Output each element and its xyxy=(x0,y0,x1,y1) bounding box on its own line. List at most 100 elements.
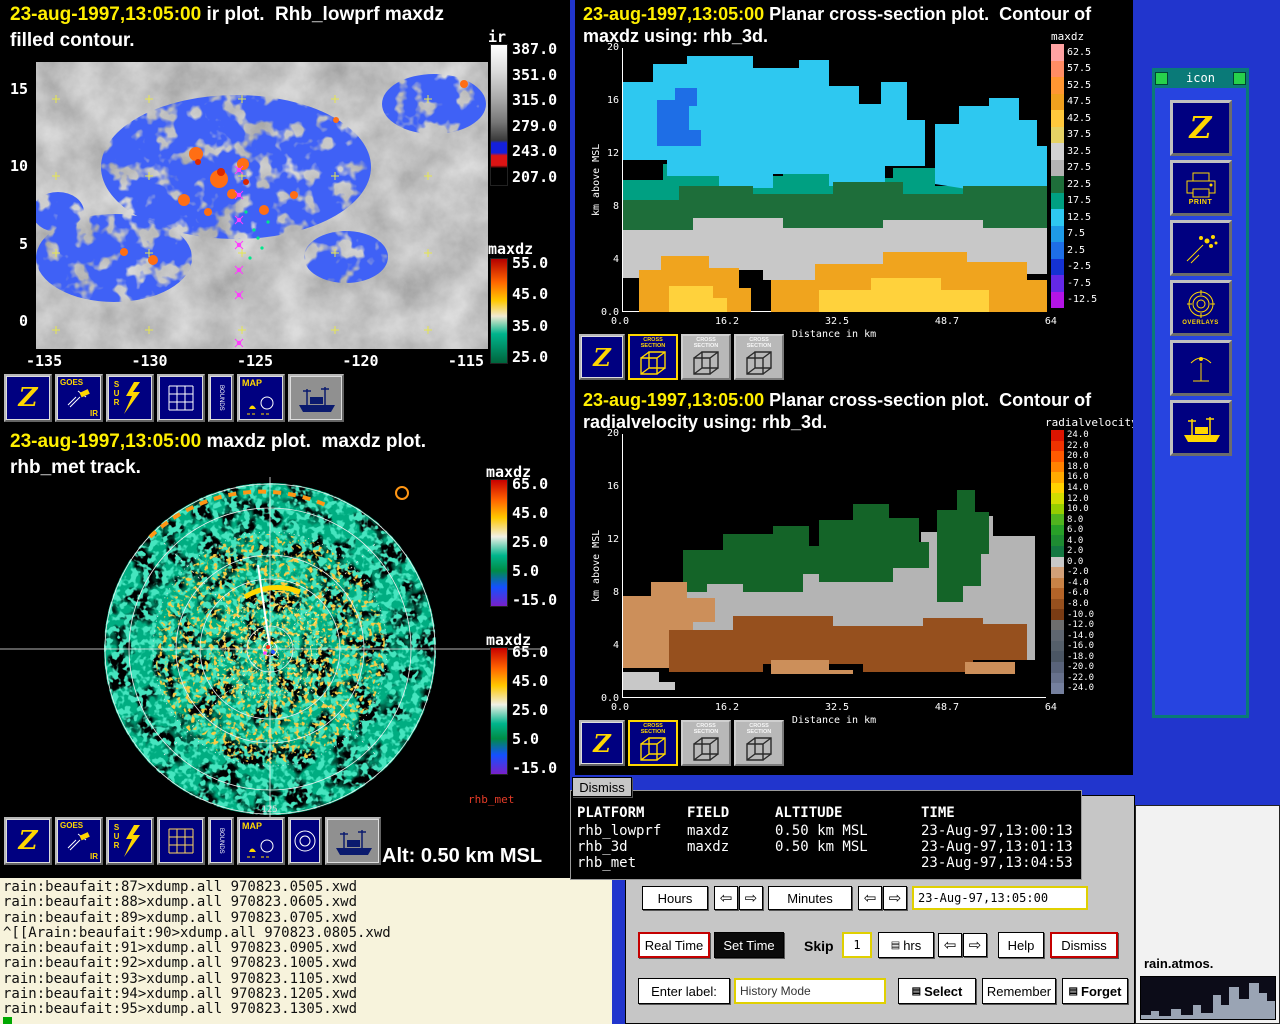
color-swatch xyxy=(1051,578,1064,589)
real-time-button[interactable]: Real Time xyxy=(638,932,710,958)
zebra-menu-button[interactable]: Z xyxy=(579,334,625,380)
remember-button[interactable]: Remember xyxy=(982,978,1056,1004)
field-plot-button[interactable] xyxy=(1170,220,1232,276)
colorbar-label: 22.5 xyxy=(1067,179,1091,190)
goes-label: GOES xyxy=(60,821,83,830)
skip-value-field[interactable]: 1 xyxy=(842,932,872,958)
ship-platform-button[interactable] xyxy=(288,374,344,422)
tick-label: -120 xyxy=(342,352,378,370)
colorbar-cell: -12.5 xyxy=(1051,292,1097,309)
color-swatch xyxy=(1051,94,1064,111)
bounds-overlay-button[interactable]: BOUNDS xyxy=(208,817,234,865)
platform-cell: rhb_3d xyxy=(577,839,687,855)
skip-step-back-button[interactable]: ⇦ xyxy=(938,933,962,957)
cross-section-toolbar: Z CROSS SECTION CROSS SECTION CROSS SECT… xyxy=(579,334,784,380)
label-value-field[interactable]: History Mode xyxy=(734,978,886,1004)
cross-section-button-2[interactable]: CROSS SECTION xyxy=(681,334,731,380)
tick-label: 65.0 xyxy=(512,475,548,493)
ship-platform-button[interactable] xyxy=(325,817,381,865)
overlays-button[interactable]: OVERLAYS xyxy=(1170,280,1232,336)
comet-spray-icon xyxy=(1181,231,1221,265)
grid-overlay-button[interactable] xyxy=(157,817,205,865)
map-overlay-button[interactable]: MAP xyxy=(237,817,285,865)
skip-step-forward-button[interactable]: ⇨ xyxy=(963,933,987,957)
cross-section-button-1[interactable]: CROSS SECTION xyxy=(628,334,678,380)
hours-button[interactable]: Hours xyxy=(642,886,708,910)
help-button[interactable]: Help xyxy=(998,932,1044,958)
hours-step-forward-button[interactable]: ⇨ xyxy=(739,886,763,910)
print-button[interactable]: PRINT xyxy=(1170,160,1232,216)
y-axis-ticks: 201612840.0 xyxy=(601,428,619,704)
radar-ppi-canvas[interactable] xyxy=(0,477,540,823)
dismiss-button[interactable]: Dismiss xyxy=(1050,932,1118,958)
ship-button[interactable] xyxy=(1170,400,1232,456)
ir-satellite-canvas[interactable] xyxy=(36,62,488,349)
minutes-button[interactable]: Minutes xyxy=(768,886,852,910)
time-value-field[interactable]: 23-Aug-97,13:05:00 xyxy=(912,886,1088,910)
surface-data-button[interactable]: SUR xyxy=(106,374,154,422)
zebra-menu-button[interactable]: Z xyxy=(579,720,625,766)
platform-cell: rhb_lowprf xyxy=(577,823,687,839)
status-table-row: rhb_met 23-Aug-97,13:04:53 xyxy=(577,855,1077,871)
tick-label: 5.0 xyxy=(512,730,539,748)
menu-icon: ▤ xyxy=(891,940,900,951)
status-dismiss-button[interactable]: Dismiss xyxy=(572,777,632,797)
bounds-overlay-button[interactable]: BOUNDS xyxy=(208,374,234,422)
goes-ir-overlay-button[interactable]: GOES IR xyxy=(55,817,103,865)
window-iconify-button[interactable] xyxy=(1233,72,1246,85)
cross-section-canvas[interactable] xyxy=(622,434,1046,698)
tick-label: -115 xyxy=(448,352,484,370)
icon-window-titlebar[interactable]: icon xyxy=(1152,68,1249,88)
zebra-menu-button[interactable]: Z xyxy=(4,374,52,422)
cube-icon xyxy=(690,735,722,763)
tick-label: -15.0 xyxy=(512,591,557,609)
cross-section-canvas[interactable] xyxy=(622,48,1046,312)
color-swatch xyxy=(1051,620,1064,631)
colorbar-cell: 10.0 xyxy=(1051,504,1094,515)
window-title: 23-aug-1997,13:05:00 Planar cross-sectio… xyxy=(583,4,1091,25)
time-cell: 23-Aug-97,13:00:13 xyxy=(921,823,1081,839)
set-time-button[interactable]: Set Time xyxy=(714,932,784,958)
map-overlay-button[interactable]: MAP xyxy=(237,374,285,422)
cross-section-button-1[interactable]: CROSS SECTION xyxy=(628,720,678,766)
tick-label: 25.0 xyxy=(512,701,548,719)
surface-data-button[interactable]: SUR xyxy=(106,817,154,865)
cross-section-button-3[interactable]: CROSS SECTION xyxy=(734,720,784,766)
cube-icon xyxy=(690,349,722,377)
antenna-icon xyxy=(1181,351,1221,385)
color-swatch xyxy=(1051,292,1064,309)
colorbar-cell: -24.0 xyxy=(1051,683,1094,694)
zebra-main-button[interactable]: Z xyxy=(1170,100,1232,156)
cross-section-button-3[interactable]: CROSS SECTION xyxy=(734,334,784,380)
forget-button[interactable]: ▤Forget xyxy=(1062,978,1128,1004)
colorbar-label: 24.0 xyxy=(1067,430,1089,440)
colorbar-cell: 22.0 xyxy=(1051,441,1094,452)
map-symbols-icon xyxy=(243,834,279,860)
cube-icon xyxy=(743,349,775,377)
enter-label-button[interactable]: Enter label: xyxy=(638,978,730,1004)
range-rings-button[interactable] xyxy=(288,817,322,865)
window-title: 23-aug-1997,13:05:00 maxdz plot. maxdz p… xyxy=(10,431,426,453)
color-swatch xyxy=(1051,472,1064,483)
terminal-window[interactable]: rain:beaufait:87>xdump.all 970823.0505.x… xyxy=(0,878,612,1024)
tick-label: 4 xyxy=(613,640,619,651)
terminal-output: rain:beaufait:87>xdump.all 970823.0505.x… xyxy=(3,880,391,1018)
goes-label: GOES xyxy=(60,378,83,387)
tick-label: 5 xyxy=(19,235,28,253)
radar-antenna-button[interactable] xyxy=(1170,340,1232,396)
colorbar-cell: 2.0 xyxy=(1051,546,1094,557)
select-button[interactable]: ▤Select xyxy=(898,978,976,1004)
zebra-menu-button[interactable]: Z xyxy=(4,817,52,865)
window-menu-button[interactable] xyxy=(1155,72,1168,85)
goes-ir-overlay-button[interactable]: GOES IR xyxy=(55,374,103,422)
cross-section-button-2[interactable]: CROSS SECTION xyxy=(681,720,731,766)
grid-icon xyxy=(163,823,199,859)
hours-step-back-button[interactable]: ⇦ xyxy=(714,886,738,910)
color-swatch xyxy=(1051,143,1064,160)
ir-x-axis: -135-130-125-120-115 xyxy=(26,352,484,370)
grid-overlay-button[interactable] xyxy=(157,374,205,422)
minutes-step-back-button[interactable]: ⇦ xyxy=(858,886,882,910)
minutes-step-forward-button[interactable]: ⇨ xyxy=(883,886,907,910)
ir-label: IR xyxy=(90,409,98,418)
skip-units-button[interactable]: ▤hrs xyxy=(878,932,934,958)
